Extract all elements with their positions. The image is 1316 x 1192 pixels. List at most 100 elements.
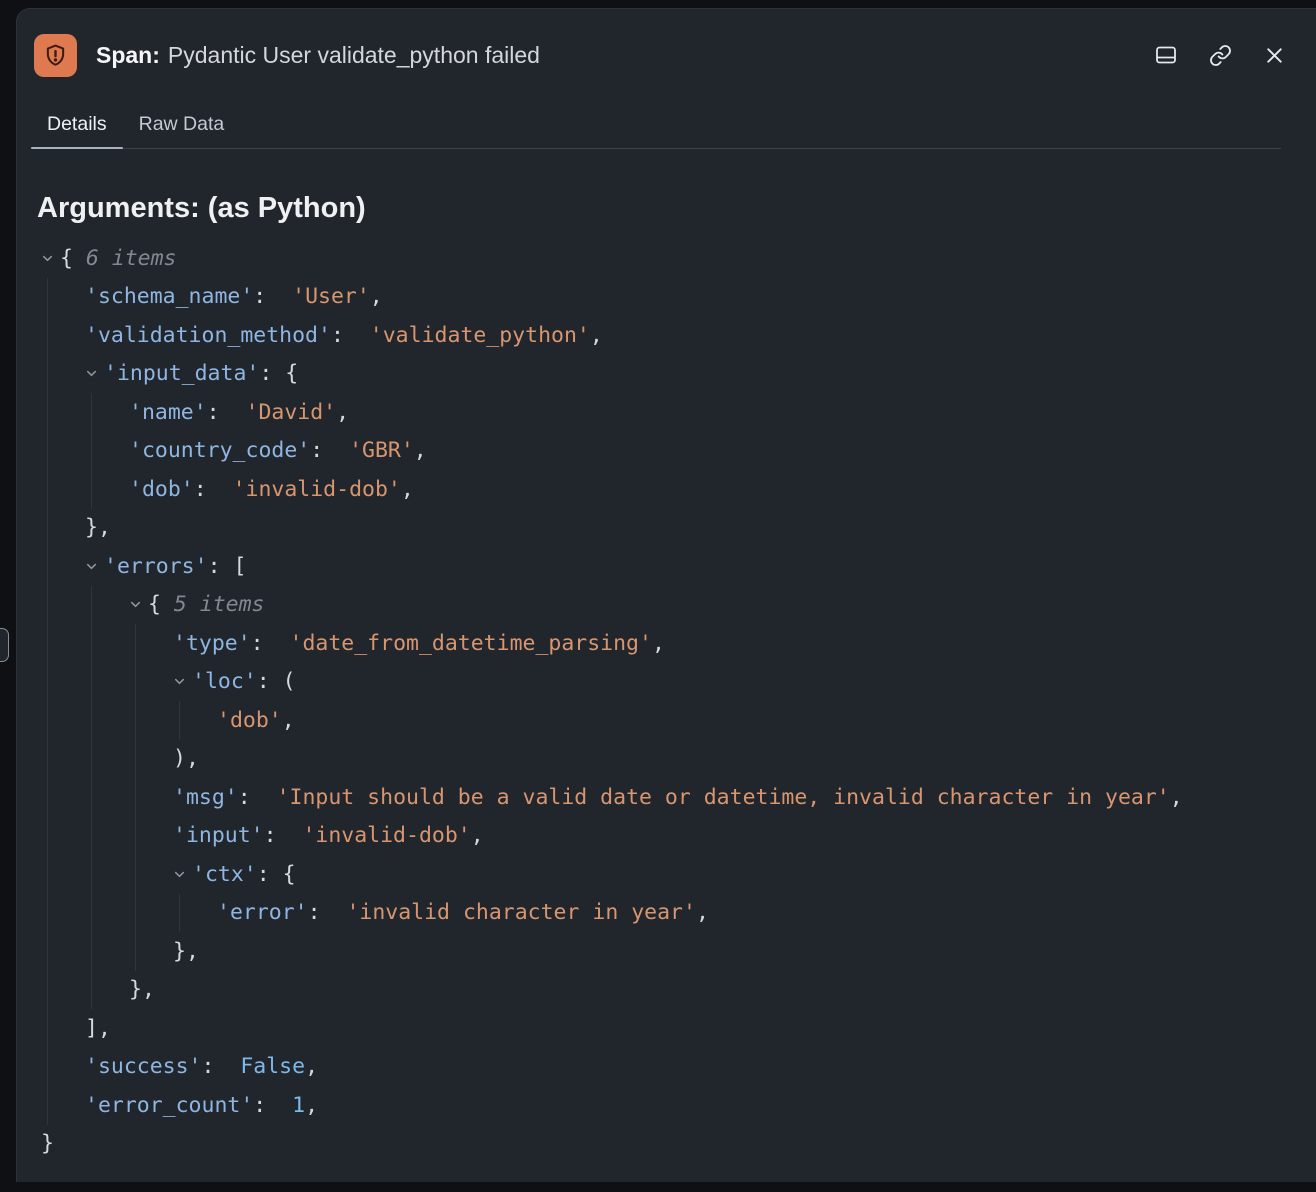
span-kind-label: Span: bbox=[96, 42, 160, 68]
close-icon bbox=[1263, 44, 1286, 67]
copy-link-button[interactable] bbox=[1209, 44, 1232, 67]
tree-line: 'dob', bbox=[17, 701, 1316, 740]
span-name: Pydantic User validate_python failed bbox=[168, 42, 540, 68]
json-tree: { 6 items'schema_name': 'User','validati… bbox=[17, 239, 1316, 1163]
tree-segment-punct: : bbox=[253, 1095, 292, 1117]
tree-segment-punct: } bbox=[41, 1133, 54, 1155]
tree-line: 'dob': 'invalid-dob', bbox=[17, 470, 1316, 509]
tree-segment-punct: : ( bbox=[257, 671, 296, 693]
chevron-down-icon[interactable] bbox=[85, 367, 104, 380]
indent-guide bbox=[179, 894, 180, 933]
tree-segment-punct: , bbox=[305, 1095, 318, 1117]
tree-segment-punct: , bbox=[305, 1056, 318, 1078]
arguments-heading: Arguments: (as Python) bbox=[37, 191, 1316, 225]
tree-segment-key: 'error' bbox=[217, 902, 308, 924]
tree-line: { 6 items bbox=[17, 239, 1316, 278]
tree-segment-punct: : [ bbox=[208, 556, 247, 578]
tree-line: 'name': 'David', bbox=[17, 393, 1316, 432]
tree-segment-key: 'validation_method' bbox=[85, 325, 331, 347]
tree-segment-punct: , bbox=[370, 286, 383, 308]
tree-segment-punct: : bbox=[194, 479, 233, 501]
tree-segment-key: 'loc' bbox=[192, 671, 257, 693]
tree-line: 'schema_name': 'User', bbox=[17, 278, 1316, 317]
panel-resize-handle[interactable] bbox=[0, 628, 9, 662]
dock-panel-icon bbox=[1154, 43, 1178, 67]
chevron-down-icon[interactable] bbox=[85, 560, 104, 573]
tree-segment-punct: }, bbox=[173, 941, 199, 963]
tree-line: 'country_code': 'GBR', bbox=[17, 432, 1316, 471]
tree-segment-punct: , bbox=[1170, 787, 1183, 809]
tree-segment-punct: , bbox=[401, 479, 414, 501]
panel-header: Span: Pydantic User validate_python faile… bbox=[17, 9, 1316, 101]
tree-segment-punct: ], bbox=[85, 1018, 111, 1040]
tree-segment-str: 'Input should be a valid date or datetim… bbox=[277, 787, 1170, 809]
tree-segment-punct: : bbox=[264, 825, 303, 847]
indent-guide bbox=[91, 393, 92, 509]
tree-segment-key: 'ctx' bbox=[192, 864, 257, 886]
tree-line: ), bbox=[17, 740, 1316, 779]
tree-segment-key: 'dob' bbox=[129, 479, 194, 501]
tab-raw-data[interactable]: Raw Data bbox=[123, 101, 241, 148]
tab-bar: Details Raw Data bbox=[31, 101, 1281, 149]
tree-line: 'error': 'invalid character in year', bbox=[17, 894, 1316, 933]
tree-segment-punct: , bbox=[336, 402, 349, 424]
tree-segment-lit: 1 bbox=[292, 1095, 305, 1117]
tree-line: 'loc': ( bbox=[17, 663, 1316, 702]
span-detail-panel: Span: Pydantic User validate_python faile… bbox=[16, 8, 1316, 1182]
tree-segment-punct: { bbox=[60, 248, 86, 270]
tree-line: 'input_data': { bbox=[17, 355, 1316, 394]
link-icon bbox=[1209, 44, 1232, 67]
tree-segment-punct: , bbox=[414, 440, 427, 462]
chevron-down-icon[interactable] bbox=[129, 598, 148, 611]
tree-segment-punct: , bbox=[590, 325, 603, 347]
close-button[interactable] bbox=[1263, 44, 1286, 67]
header-actions bbox=[1154, 43, 1286, 67]
warning-shield-icon bbox=[34, 34, 77, 77]
tree-segment-str: 'invalid-dob' bbox=[302, 825, 470, 847]
tree-segment-key: 'msg' bbox=[173, 787, 238, 809]
tree-line: 'errors': [ bbox=[17, 547, 1316, 586]
tab-details[interactable]: Details bbox=[31, 101, 123, 148]
tree-segment-punct: : bbox=[202, 1056, 241, 1078]
tree-segment-str: 'invalid character in year' bbox=[346, 902, 696, 924]
tree-line: ], bbox=[17, 1009, 1316, 1048]
tree-segment-str: 'validate_python' bbox=[370, 325, 590, 347]
tree-line: 'ctx': { bbox=[17, 855, 1316, 894]
tree-line: }, bbox=[17, 509, 1316, 548]
tree-segment-punct: : { bbox=[257, 864, 296, 886]
tree-segment-str: 'invalid-dob' bbox=[233, 479, 401, 501]
tree-segment-key: 'input_data' bbox=[104, 363, 259, 385]
indent-guide bbox=[91, 586, 92, 1010]
tree-segment-str: 'User' bbox=[292, 286, 370, 308]
tree-segment-punct: , bbox=[471, 825, 484, 847]
tree-segment-punct: : { bbox=[259, 363, 298, 385]
tree-segment-punct: : bbox=[238, 787, 277, 809]
tree-line: } bbox=[17, 1125, 1316, 1164]
dock-panel-button[interactable] bbox=[1154, 43, 1178, 67]
tree-segment-punct: , bbox=[282, 710, 295, 732]
tree-segment-key: 'error_count' bbox=[85, 1095, 253, 1117]
tree-segment-punct: : bbox=[251, 633, 290, 655]
tree-segment-str: 'GBR' bbox=[349, 440, 414, 462]
indent-guide bbox=[135, 624, 136, 971]
tree-segment-key: 'input' bbox=[173, 825, 264, 847]
tree-line: 'error_count': 1, bbox=[17, 1086, 1316, 1125]
chevron-down-icon[interactable] bbox=[41, 252, 60, 265]
indent-guide bbox=[179, 701, 180, 740]
tree-segment-punct: , bbox=[696, 902, 709, 924]
tree-line: 'msg': 'Input should be a valid date or … bbox=[17, 778, 1316, 817]
tree-segment-punct: }, bbox=[129, 979, 155, 1001]
tree-line: 'type': 'date_from_datetime_parsing', bbox=[17, 624, 1316, 663]
tree-line: 'validation_method': 'validate_python', bbox=[17, 316, 1316, 355]
tree-segment-meta: 5 items bbox=[174, 594, 265, 616]
chevron-down-icon[interactable] bbox=[173, 675, 192, 688]
chevron-down-icon[interactable] bbox=[173, 868, 192, 881]
tree-segment-punct: : bbox=[207, 402, 246, 424]
tree-line: 'input': 'invalid-dob', bbox=[17, 817, 1316, 856]
tree-segment-punct: ), bbox=[173, 748, 199, 770]
tree-line: }, bbox=[17, 971, 1316, 1010]
tree-segment-punct: : bbox=[310, 440, 349, 462]
tree-segment-punct: { bbox=[148, 594, 174, 616]
tree-segment-key: 'type' bbox=[173, 633, 251, 655]
tree-segment-lit: False bbox=[240, 1056, 305, 1078]
